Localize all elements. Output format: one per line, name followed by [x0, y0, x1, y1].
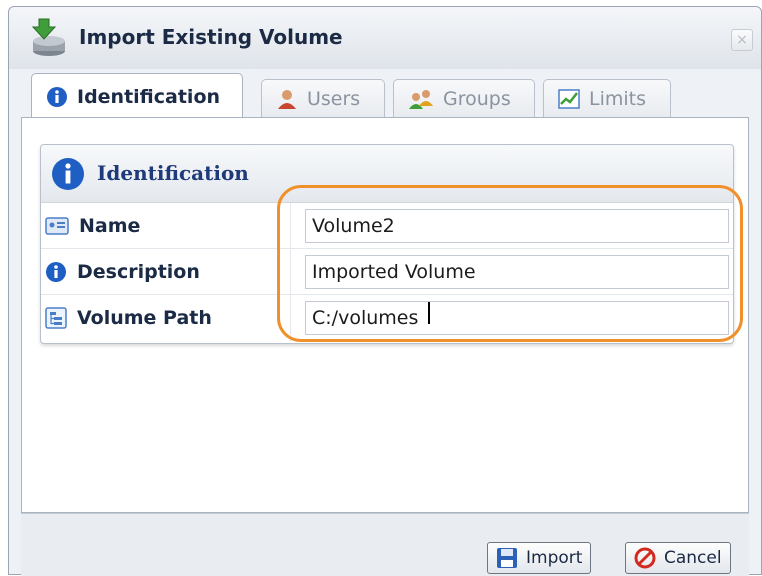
- import-button[interactable]: Import: [487, 542, 592, 574]
- tab-groups[interactable]: Groups: [393, 79, 535, 117]
- description-label: Description: [45, 249, 291, 295]
- name-label: Name: [45, 203, 291, 249]
- tab-limits[interactable]: Limits: [543, 79, 671, 117]
- name-row: Name: [41, 203, 733, 249]
- user-icon: [278, 89, 296, 109]
- volume-path-field[interactable]: [305, 301, 729, 335]
- close-button[interactable]: ×: [731, 29, 753, 51]
- import-volume-icon: [31, 18, 65, 56]
- info-icon: [46, 262, 66, 282]
- name-field[interactable]: [305, 209, 729, 243]
- description-field[interactable]: [305, 255, 729, 289]
- tab-label: Groups: [443, 87, 511, 110]
- tab-label: Limits: [589, 87, 646, 110]
- tab-identification[interactable]: Identification: [31, 73, 243, 119]
- dialog-title: Import Existing Volume: [79, 25, 343, 49]
- text-caret: [428, 302, 430, 324]
- volume-path-row: Volume Path: [41, 295, 733, 341]
- tab-label: Identification: [77, 85, 221, 108]
- info-icon: [47, 86, 67, 107]
- group-icon: [409, 89, 433, 109]
- import-volume-dialog: Import Existing Volume × Identification …: [8, 6, 762, 576]
- save-disk-icon: [497, 548, 517, 568]
- fieldset-header: Identification: [41, 145, 733, 203]
- dialog-titlebar: Import Existing Volume ×: [9, 7, 761, 69]
- chart-icon: [558, 88, 580, 109]
- folder-tree-icon: [45, 307, 67, 329]
- tab-panel-identification: Identification Name Volume2 Description …: [21, 117, 749, 513]
- description-row: Description: [41, 249, 733, 295]
- id-card-icon: [45, 217, 69, 235]
- info-icon: [52, 158, 84, 190]
- cancel-button[interactable]: Cancel: [625, 542, 731, 574]
- fieldset-title: Identification: [97, 161, 249, 185]
- volume-path-label: Volume Path: [45, 295, 291, 341]
- tab-users[interactable]: Users: [261, 79, 385, 117]
- tab-label: Users: [307, 87, 361, 110]
- cancel-icon: [634, 547, 656, 569]
- dialog-footer: Import Cancel: [21, 513, 749, 576]
- identification-fieldset: Identification Name Volume2 Description …: [40, 144, 734, 344]
